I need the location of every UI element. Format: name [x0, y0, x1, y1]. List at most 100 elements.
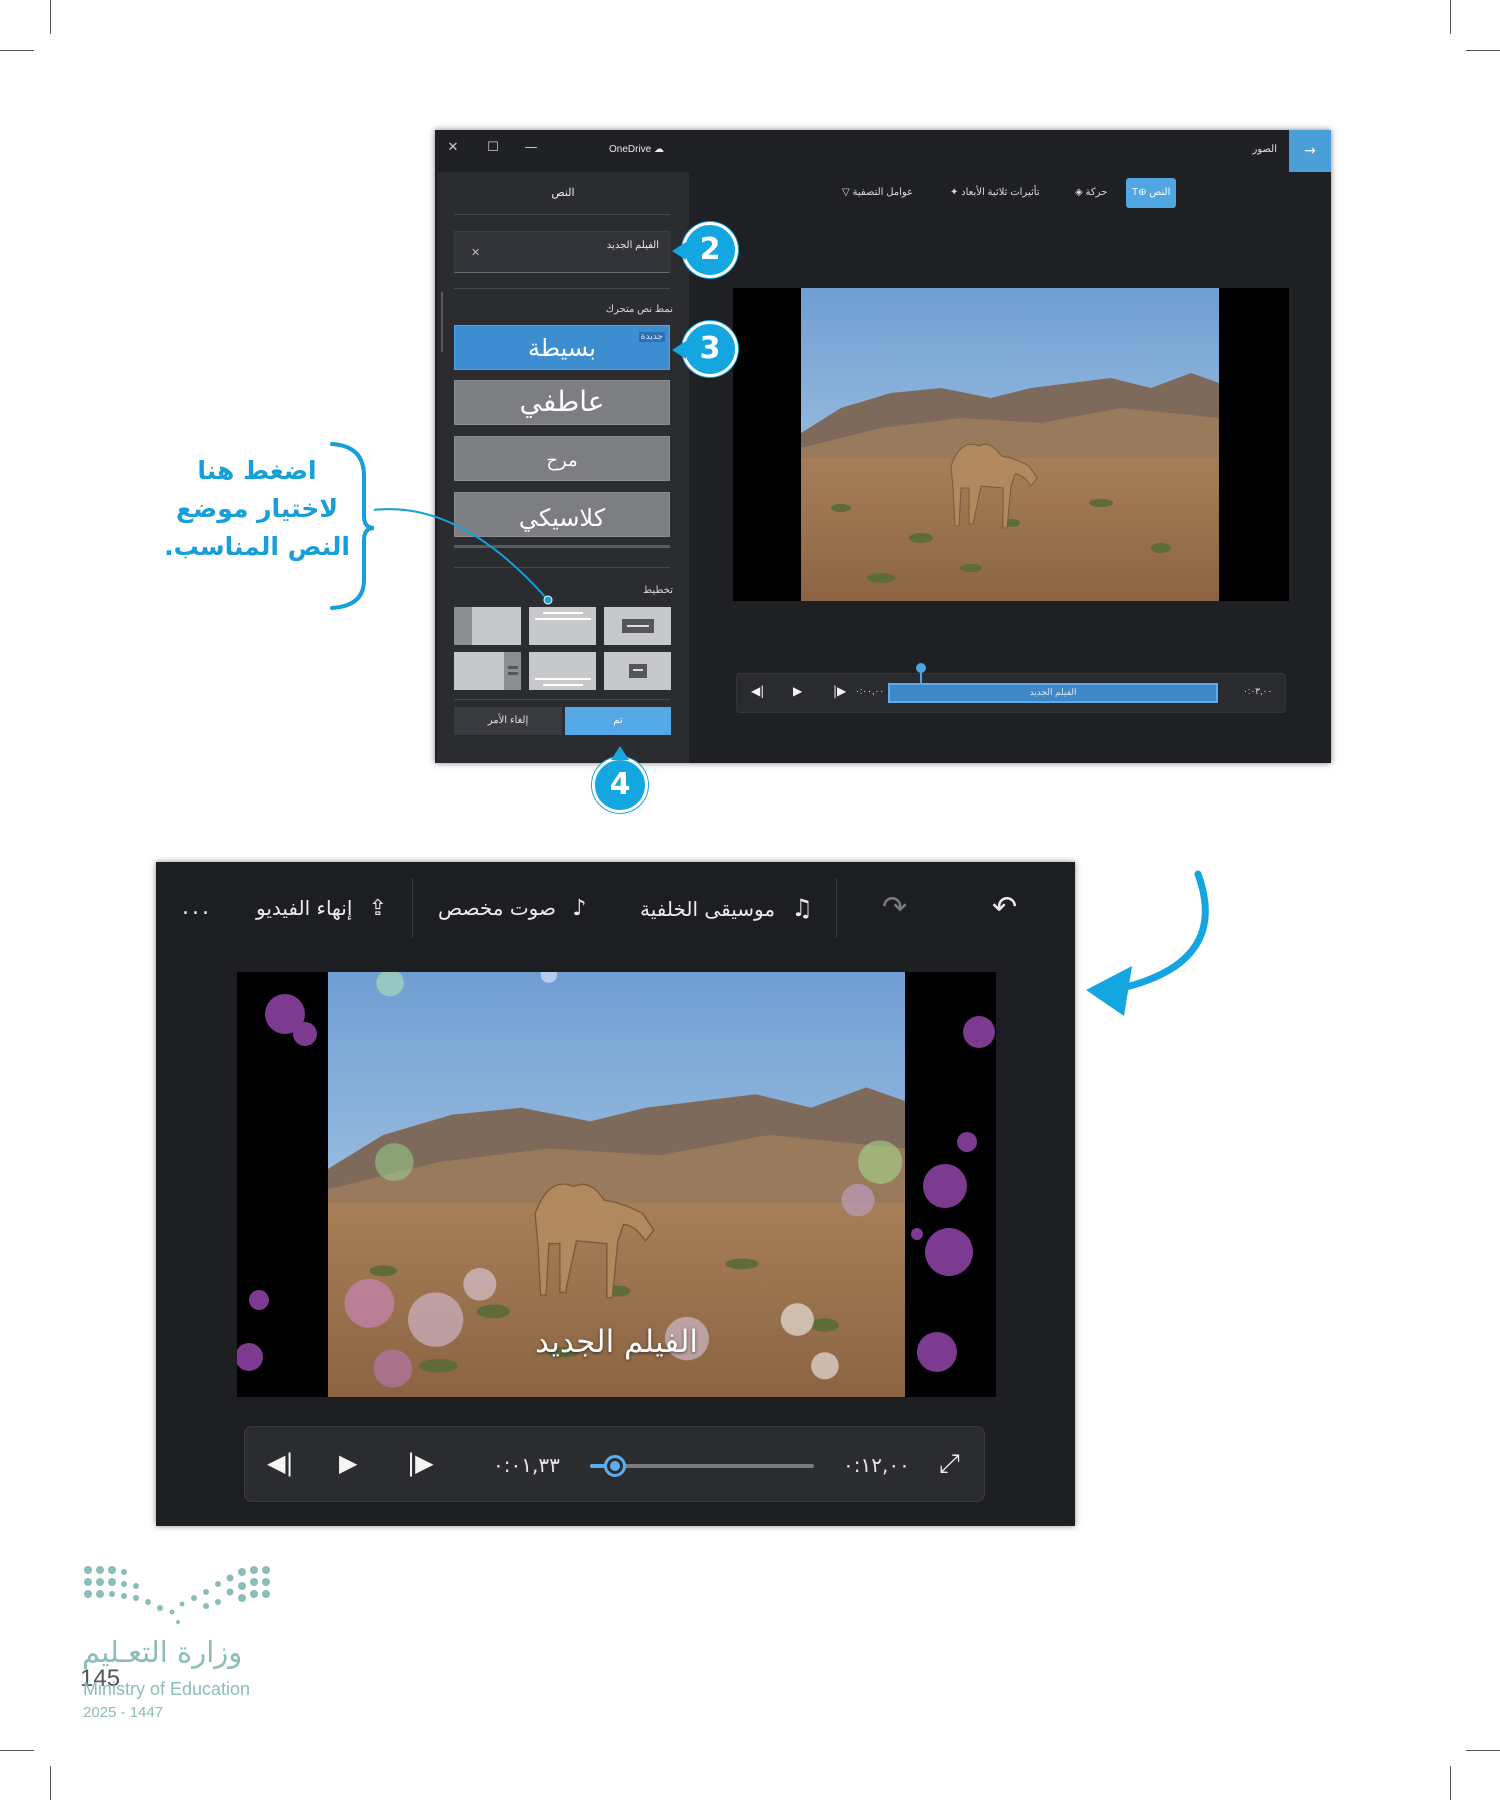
more-options-button[interactable]: ... [182, 888, 212, 928]
editor-window: ✕ ☐ — OneDrive ☁ الصور → النص الفيلم الج… [435, 130, 1331, 763]
tab-motion-label: حركة [1085, 187, 1108, 198]
layout-marker [535, 678, 591, 680]
layout-marker [627, 625, 649, 627]
undo-icon[interactable]: ↶ [992, 888, 1017, 928]
cancel-button[interactable]: إلغاء الأمر [454, 707, 562, 735]
layout-label: تخطيط [643, 585, 673, 596]
done-button[interactable]: تم [565, 707, 671, 735]
back-arrow-icon[interactable]: → [1289, 130, 1331, 172]
play-icon[interactable]: ▶ [339, 1449, 357, 1477]
layout-marker [535, 618, 591, 620]
tab-3d-effects[interactable]: ✦ تأثيرات ثلاثية الأبعاد [944, 178, 1046, 208]
step-2-pointer [672, 242, 686, 260]
music-note-icon: ♫ [791, 894, 813, 922]
text-clip-range[interactable]: الفيلم الجديد [888, 683, 1218, 703]
timeline-start-time: ٠:٠٠,٠٠ [855, 686, 885, 696]
background-music-button[interactable]: موسيقى الخلفية ♫ [640, 888, 813, 928]
layout-marker [504, 652, 521, 690]
style-emotional-button[interactable]: عاطفي [454, 380, 670, 425]
finish-video-button[interactable]: إنهاء الفيديو ⇪ [256, 888, 387, 928]
ministry-name-arabic: وزارة التعـليم [82, 1635, 243, 1669]
layout-marker [508, 666, 518, 669]
crop-mark [1450, 1766, 1451, 1800]
video-preview [733, 288, 1289, 601]
seek-slider[interactable] [590, 1455, 814, 1477]
style-simple-label: بسيطة [528, 334, 596, 362]
play-icon[interactable]: ▶ [793, 684, 802, 698]
redo-icon[interactable]: ↷ [882, 888, 907, 928]
transition-arrow-icon [1086, 870, 1209, 1016]
previous-frame-icon[interactable]: ◀| [267, 1449, 294, 1477]
total-time: ٠:١٢,٠٠ [843, 1453, 910, 1477]
custom-audio-label: صوت مخصص [438, 896, 556, 920]
close-icon[interactable]: ✕ [441, 136, 465, 160]
layout-marker [629, 664, 647, 678]
divider [454, 699, 670, 700]
layout-marker [454, 607, 472, 645]
layout-lower-center[interactable] [604, 652, 671, 690]
tab-3d-effects-label: تأثيرات ثلاثية الأبعاد [961, 187, 1040, 198]
playhead-line [920, 671, 922, 685]
video-caption: الفيلم الجديد [534, 1324, 699, 1360]
layout-marker [508, 672, 518, 675]
next-frame-icon[interactable]: |▶ [833, 684, 846, 698]
text-icon: T⊕ [1132, 187, 1147, 198]
custom-audio-button[interactable]: صوت مخصص ♪ [438, 888, 586, 928]
style-simple-button[interactable]: بسيطة جديدة [454, 325, 670, 370]
toolbar-divider [412, 878, 413, 938]
crop-mark [50, 1766, 51, 1800]
layout-bottom-center[interactable] [529, 652, 596, 690]
next-frame-icon[interactable]: |▶ [407, 1449, 434, 1477]
crop-mark [50, 0, 51, 34]
cloud-icon: ☁ [654, 144, 665, 155]
divider [454, 214, 670, 215]
layout-left-bottom[interactable] [454, 652, 521, 690]
step-4-badge: 4 [592, 757, 648, 813]
divider [454, 288, 670, 289]
previous-frame-icon[interactable]: ◀| [751, 684, 764, 698]
layout-marker [633, 669, 643, 671]
step-4-pointer [611, 746, 629, 760]
layout-marker [543, 684, 583, 686]
crop-mark [0, 1750, 34, 1751]
note-connector [330, 442, 553, 610]
photos-label: الصور [1252, 144, 1278, 155]
tab-filters-label: عوامل التصفية [852, 187, 914, 198]
ministry-logo-icon [84, 1566, 270, 1624]
onedrive-text: OneDrive [609, 144, 652, 155]
animated-style-label: نمط نص متحرك [605, 304, 673, 315]
filter-icon: ▽ [842, 187, 850, 198]
new-badge: جديدة [638, 332, 665, 342]
ministry-name-english: Ministry of Education [83, 1679, 251, 1699]
clear-icon[interactable]: ✕ [471, 246, 480, 259]
tab-motion[interactable]: ◈ حركة [1069, 178, 1113, 208]
current-time: ٠:٠١,٣٣ [493, 1453, 560, 1477]
step-3-badge: 3 [682, 321, 738, 377]
text-input[interactable]: الفيلم الجديد ✕ [454, 231, 670, 273]
crop-mark [0, 50, 34, 51]
title-bar: ✕ ☐ — OneDrive ☁ الصور → [435, 130, 1331, 172]
share-icon: ⇪ [368, 896, 388, 921]
effects-icon: ✦ [950, 187, 959, 198]
layout-left-center[interactable] [454, 607, 521, 645]
finish-video-label: إنهاء الفيديو [256, 896, 353, 920]
step-3-pointer [672, 341, 686, 359]
onedrive-label[interactable]: OneDrive ☁ [609, 144, 664, 155]
clip-text-label: الفيلم الجديد [1029, 687, 1077, 697]
scrollbar[interactable] [441, 292, 443, 352]
minimize-icon[interactable]: — [519, 136, 543, 160]
timeline-bar: ◀| ▶ |▶ ٠:٠٠,٠٠ الفيلم الجديد ٠:٠٣,٠٠ [736, 673, 1286, 713]
layout-center[interactable] [604, 607, 671, 645]
background-music-label: موسيقى الخلفية [640, 897, 776, 921]
timeline-end-time: ٠:٠٣,٠٠ [1243, 686, 1273, 696]
panel-title: النص [551, 187, 575, 199]
layout-top-center[interactable] [529, 607, 596, 645]
maximize-icon[interactable]: ☐ [481, 136, 505, 160]
text-input-value: الفيلم الجديد [606, 240, 659, 251]
fullscreen-icon[interactable]: ⤢ [939, 1449, 960, 1480]
tab-text[interactable]: T⊕ النص [1126, 178, 1177, 208]
seek-thumb[interactable] [603, 1455, 626, 1477]
layout-marker [543, 612, 583, 614]
tab-filters[interactable]: ▽ عوامل التصفية [836, 178, 919, 208]
crop-mark [1466, 1750, 1500, 1751]
